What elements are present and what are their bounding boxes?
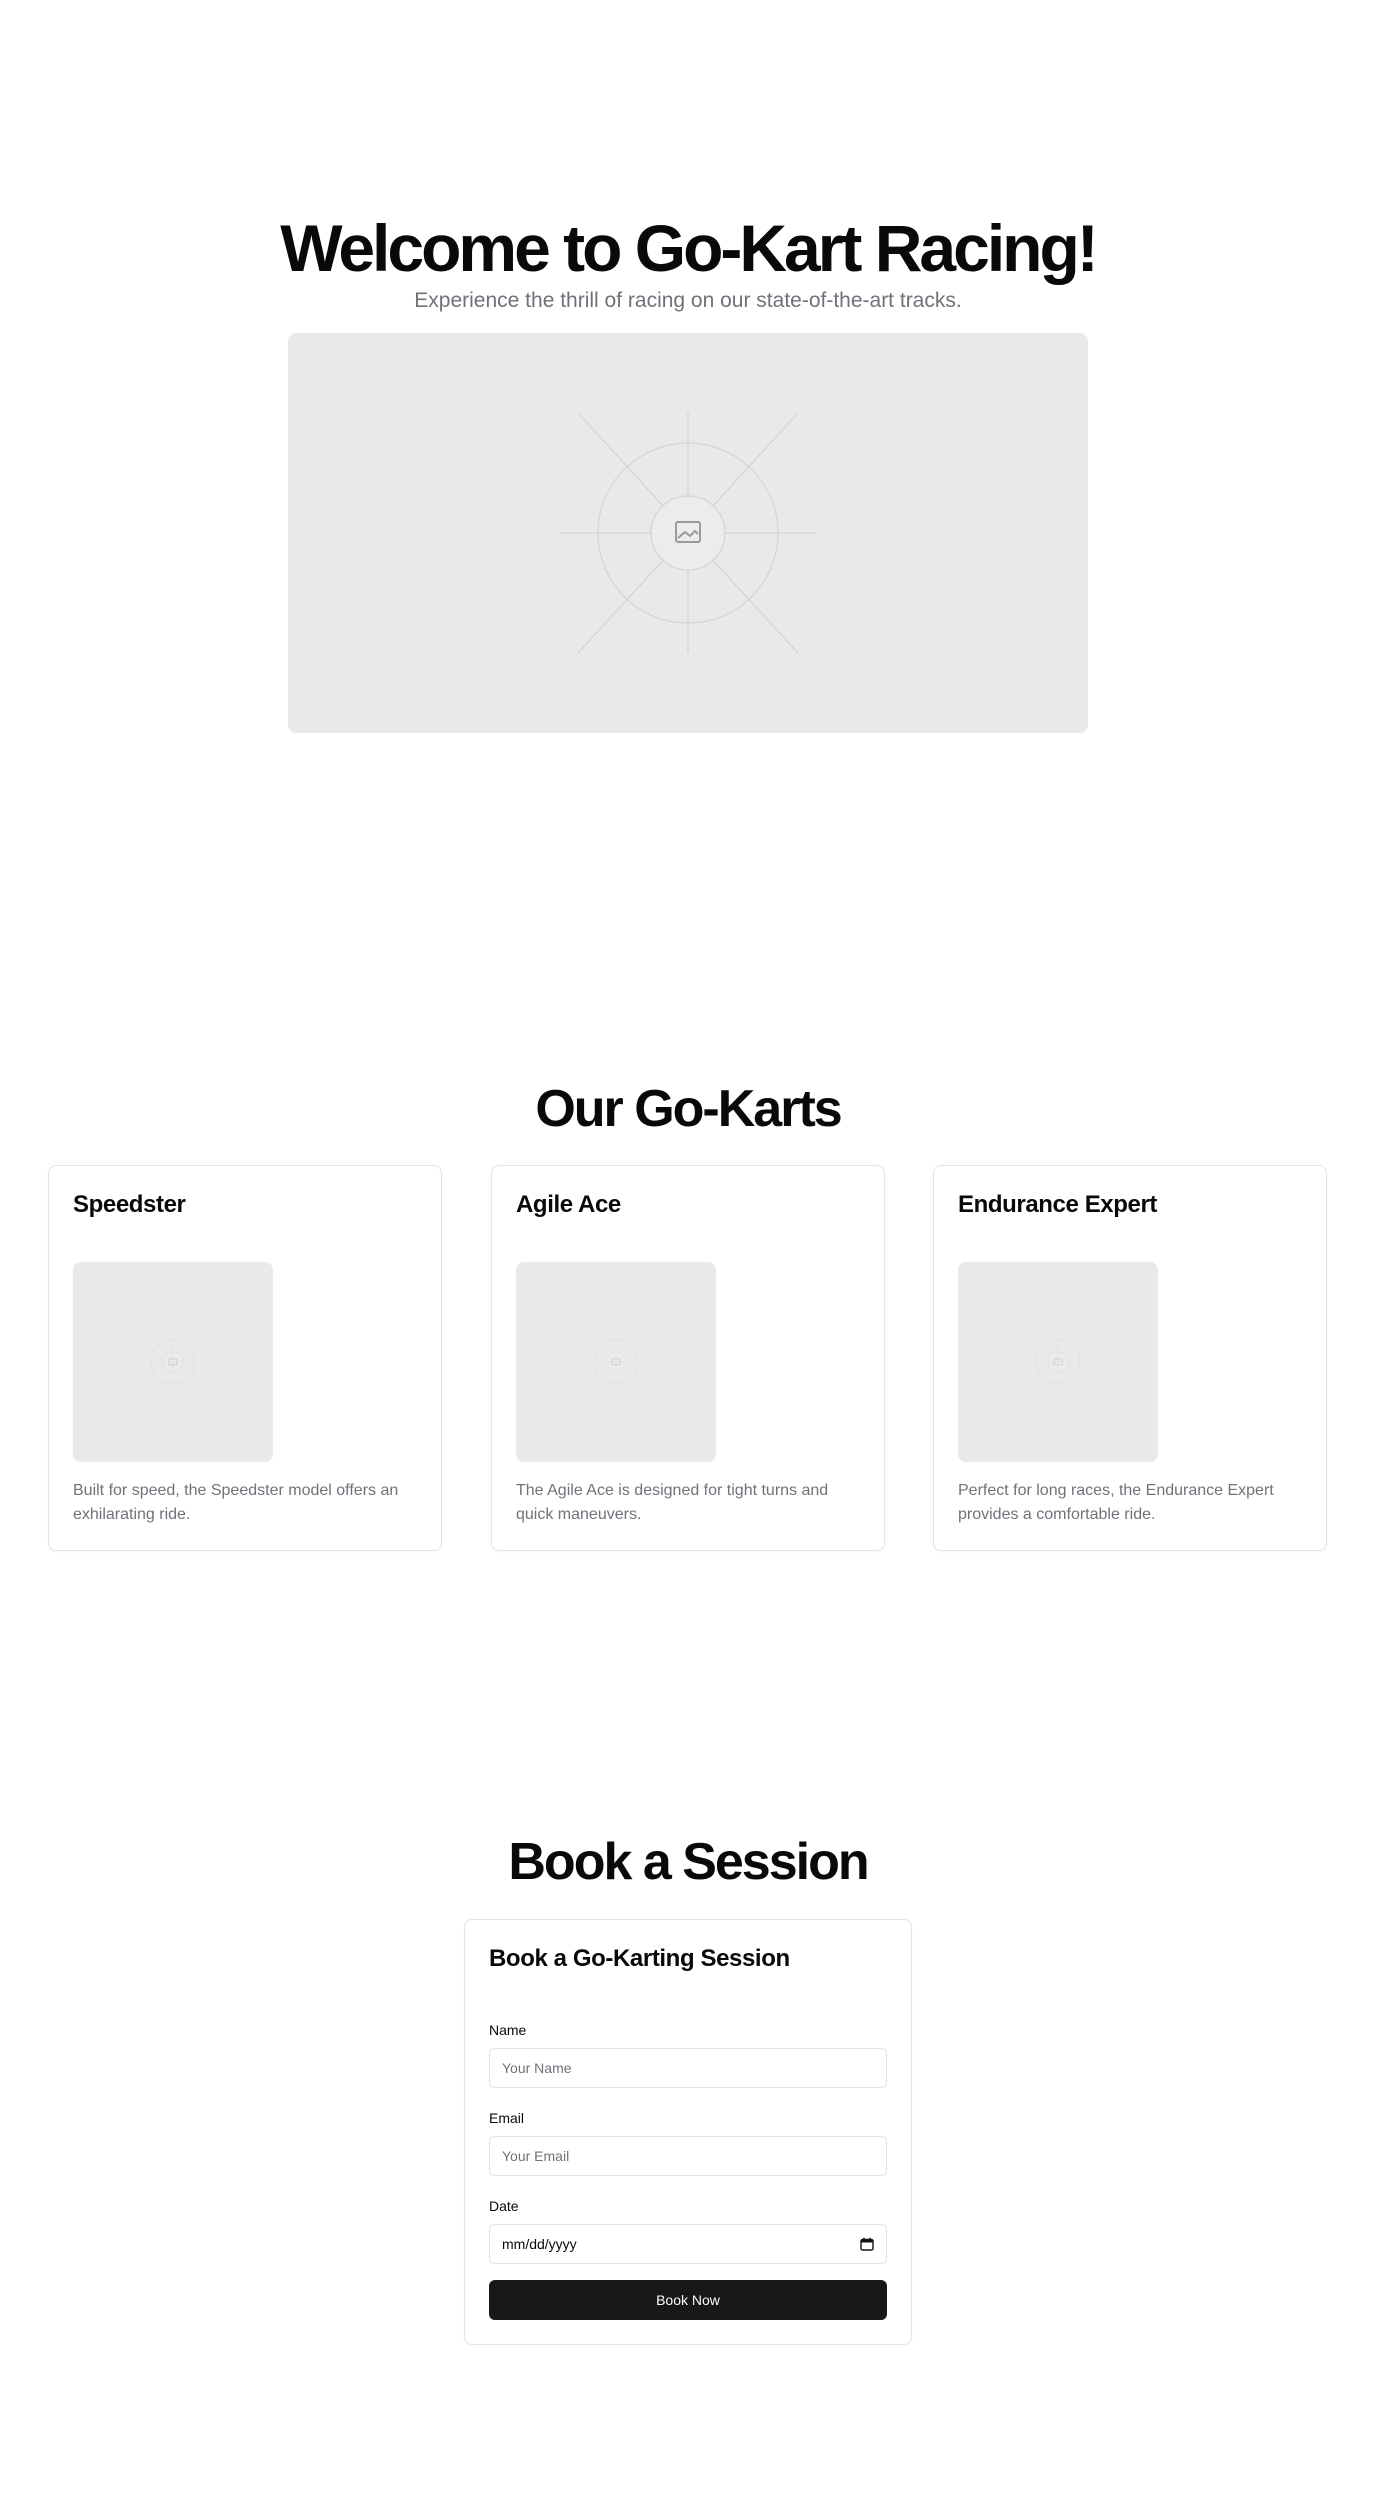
hero-image [288, 333, 1088, 733]
kart-card-speedster: Speedster Built for speed, the Speedster… [48, 1165, 442, 1551]
kart-card-agile-ace: Agile Ace The Agile Ace is designed for … [491, 1165, 885, 1551]
kart-description: Built for speed, the Speedster model off… [73, 1482, 399, 1523]
date-input[interactable]: mm/dd/yyyy [489, 2224, 887, 2264]
email-input[interactable] [489, 2136, 887, 2176]
kart-card-endurance-expert: Endurance Expert Perfect for long races,… [933, 1165, 1327, 1551]
image-placeholder-icon [560, 412, 816, 654]
kart-name: Agile Ace [516, 1191, 621, 1218]
hero-section: Welcome to Go-Kart Racing! Experience th… [0, 0, 1376, 1000]
booking-card-title: Book a Go-Karting Session [489, 1945, 790, 1972]
booking-section-title: Book a Session [508, 1833, 869, 1891]
image-placeholder-icon [593, 1339, 639, 1385]
hero-subtitle: Experience the thrill of racing on our s… [414, 289, 962, 312]
calendar-icon[interactable] [860, 2237, 874, 2251]
kart-image [73, 1262, 273, 1462]
kart-description: Perfect for long races, the Endurance Ex… [958, 1482, 1274, 1523]
kart-image [516, 1262, 716, 1462]
date-label: Date [489, 2198, 519, 2214]
kart-name: Speedster [73, 1191, 186, 1218]
kart-description: The Agile Ace is designed for tight turn… [516, 1482, 829, 1523]
booking-form: Book a Go-Karting Session Name Email Dat… [464, 1919, 912, 2345]
name-label: Name [489, 2022, 527, 2038]
kart-image [958, 1262, 1158, 1462]
image-placeholder-icon [150, 1339, 196, 1385]
karts-section-title: Our Go-Karts [535, 1080, 842, 1138]
image-placeholder-icon [1035, 1339, 1081, 1385]
date-input-value: mm/dd/yyyy [502, 2236, 577, 2252]
book-now-button[interactable]: Book Now [489, 2280, 887, 2320]
name-input[interactable] [489, 2048, 887, 2088]
hero-title: Welcome to Go-Kart Racing! [280, 211, 1099, 285]
kart-name: Endurance Expert [958, 1191, 1157, 1218]
email-label: Email [489, 2110, 525, 2126]
